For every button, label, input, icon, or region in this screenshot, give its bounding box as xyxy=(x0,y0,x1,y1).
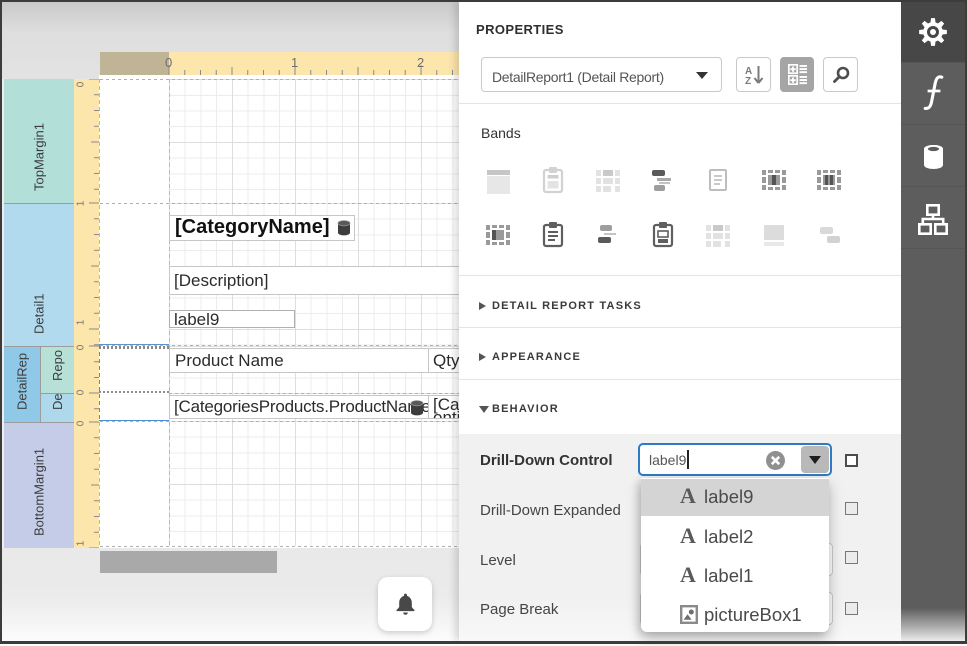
svg-text:Z: Z xyxy=(745,76,751,86)
